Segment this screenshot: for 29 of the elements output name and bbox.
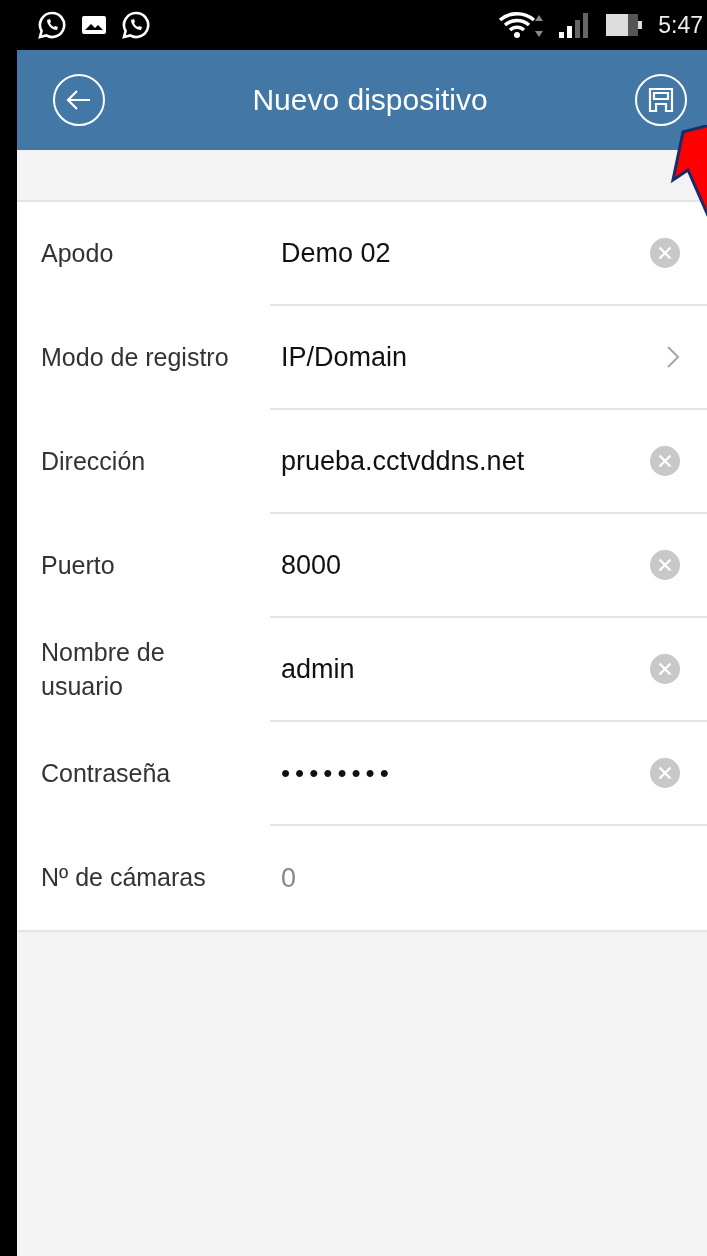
field-label: Modo de registro bbox=[40, 342, 230, 374]
field-label: Puerto bbox=[40, 550, 116, 582]
field-label: Apodo bbox=[40, 238, 115, 270]
text-field[interactable]: Demo 02 bbox=[281, 237, 650, 269]
chat-icon bbox=[121, 10, 151, 40]
field-label: Contraseña bbox=[40, 758, 172, 790]
text-field[interactable]: 8000 bbox=[281, 549, 650, 581]
wifi-icon bbox=[498, 11, 545, 39]
image-icon bbox=[81, 14, 107, 36]
field-label: Dirección bbox=[40, 446, 147, 478]
password-field[interactable]: •••••••• bbox=[281, 757, 650, 789]
battery-icon bbox=[606, 14, 645, 36]
clear-icon[interactable] bbox=[650, 758, 680, 788]
save-button[interactable] bbox=[634, 73, 688, 127]
chat-icon bbox=[37, 10, 67, 40]
text-field[interactable]: prueba.cctvddns.net bbox=[281, 445, 650, 477]
select-value[interactable]: IP/Domain bbox=[281, 341, 666, 373]
clear-icon[interactable] bbox=[650, 238, 680, 268]
clear-icon[interactable] bbox=[650, 654, 680, 684]
back-button[interactable] bbox=[52, 73, 106, 127]
clock-time: 5:47 bbox=[658, 11, 703, 39]
clear-icon[interactable] bbox=[650, 446, 680, 476]
chevron-right-icon bbox=[666, 345, 680, 369]
field-label: Nº de cámaras bbox=[40, 862, 207, 894]
field-value: 0 bbox=[281, 862, 298, 894]
screen-title: Nuevo dispositivo bbox=[251, 83, 489, 117]
clear-icon[interactable] bbox=[650, 550, 680, 580]
field-label: Nombre de usuario bbox=[40, 637, 166, 702]
text-field[interactable]: admin bbox=[281, 653, 650, 685]
